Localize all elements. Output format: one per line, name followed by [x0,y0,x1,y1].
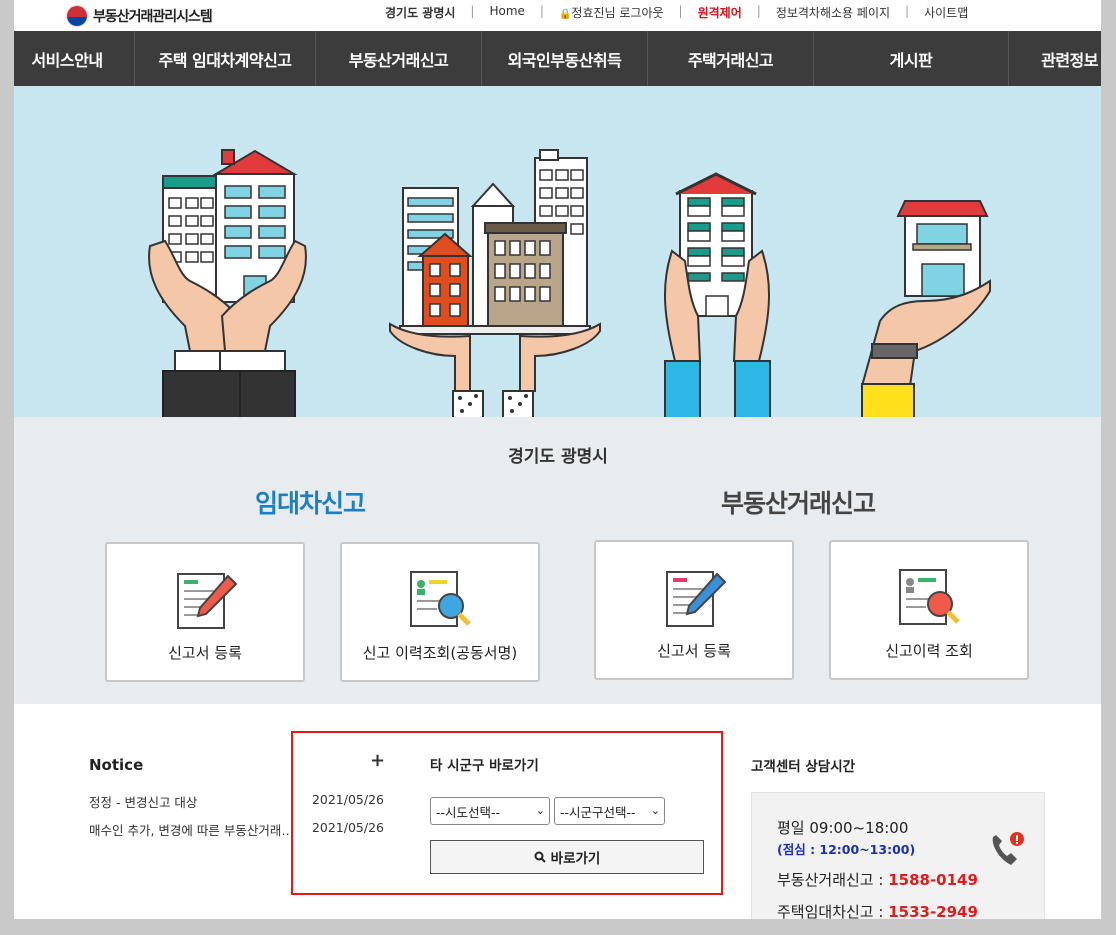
sigungu-select[interactable]: --시군구선택-- ⌄ [554,797,665,825]
main-nav: 서비스안내 주택 임대차계약신고 부동산거래신고 외국인부동산취득 주택거래신고… [0,31,1116,86]
window-frame-left [0,0,14,935]
nav-board[interactable]: 게시판 [814,31,1009,86]
shortcut-title: 타 시군구 바로가기 [430,758,539,774]
nav-lease-report[interactable]: 주택 임대차계약신고 [135,31,316,86]
window-frame-right [1101,0,1116,935]
lease-register-label: 신고서 등록 [168,644,242,662]
util-logout-link[interactable]: 🔒정효진님 로그아웃 [544,4,679,21]
util-accessibility-link[interactable]: 정보격차해소용 페이지 [761,4,905,21]
support-trade-line: 부동산거래신고 : 1588-0149 [777,869,978,890]
bottom-info-section: Notice + 정정 - 변경신고 대상 2021/05/26 매수인 추가,… [0,704,1116,935]
document-pencil-icon [666,571,727,627]
document-search-icon [899,569,960,625]
trade-register-card[interactable]: 신고서 등록 [594,540,794,680]
util-remote-control-link[interactable]: 원격제어 [683,4,757,21]
top-utility-bar: 부동산거래관리시스템 경기도 광명시 | Home | 🔒정효진님 로그아웃 |… [0,0,1116,31]
hand-holding-shop-illustration [860,200,991,417]
util-region: 경기도 광명시 [385,6,456,20]
nav-service-info[interactable]: 서비스안내 [0,31,135,86]
shortcut-go-label: 바로가기 [550,851,601,867]
trade-register-label: 신고서 등록 [657,642,731,660]
region-title: 경기도 광명시 [508,447,608,467]
chevron-down-icon: ⌄ [535,804,545,817]
hands-holding-house-illustration [664,172,771,417]
trade-report-heading: 부동산거래신고 [721,489,876,518]
lock-icon: 🔒 [558,9,572,20]
lease-register-card[interactable]: 신고서 등록 [105,542,305,682]
nav-foreigner-acquisition[interactable]: 외국인부동산취득 [482,31,648,86]
support-box: 평일 09:00~18:00 (점심 : 12:00~13:00) 부동산거래신… [751,792,1045,935]
hero-illustration [148,149,991,417]
support-trade-phone: 1588-0149 [888,871,978,889]
nav-housing-trade[interactable]: 주택거래신고 [648,31,814,86]
shortcut-go-button[interactable]: 바로가기 [430,840,704,874]
trade-history-card[interactable]: 신고이력 조회 [829,540,1029,680]
support-weekday-hours: 평일 09:00~18:00 [777,819,909,837]
lease-history-label: 신고 이력조회(공동서명) [362,644,518,662]
government-emblem-icon [66,5,88,27]
support-title: 고객센터 상담시간 [751,759,856,775]
sido-select-value: --시도선택-- [436,804,501,820]
report-menu-section: 경기도 광명시 임대차신고 부동산거래신고 신고서 등록 신고 이력조회(공동서… [0,417,1116,704]
phone-icon [992,832,1024,865]
util-sitemap-link[interactable]: 사이트맵 [909,4,983,21]
hero-banner [0,86,1116,417]
site-logo[interactable]: 부동산거래관리시스템 [66,5,213,27]
search-icon [534,851,546,863]
utility-links: 경기도 광명시 | Home | 🔒정효진님 로그아웃 | 원격제어 | 정보격… [370,4,983,21]
trade-history-label: 신고이력 조회 [885,642,973,660]
support-lunch-hours: (점심 : 12:00~13:00) [777,842,916,857]
nav-related-info[interactable]: 관련정보 [1009,31,1116,86]
sido-select[interactable]: --시도선택-- ⌄ [430,797,550,825]
sigungu-select-value: --시군구선택-- [560,804,636,820]
util-logout-label: 정효진님 로그아웃 [571,6,664,20]
logo-text: 부동산거래관리시스템 [93,9,213,25]
document-search-icon [410,571,471,627]
document-pencil-icon [177,573,238,629]
nav-realestate-trade[interactable]: 부동산거래신고 [316,31,482,86]
util-home-link[interactable]: Home [474,4,539,21]
chevron-down-icon: ⌄ [650,804,660,817]
notice-title: Notice [89,756,144,774]
support-trade-label: 부동산거래신고 : [777,871,889,889]
city-buildings-illustration [389,149,601,417]
notice-item-title: 매수인 추가, 변경에 따른 부동산거래신고 [89,823,294,838]
hands-holding-buildings-illustration [148,149,307,417]
notice-item-title: 정정 - 변경신고 대상 [89,795,198,810]
lease-report-heading: 임대차신고 [255,489,366,518]
lease-history-card[interactable]: 신고 이력조회(공동서명) [340,542,540,682]
window-frame-bottom [0,919,1116,935]
